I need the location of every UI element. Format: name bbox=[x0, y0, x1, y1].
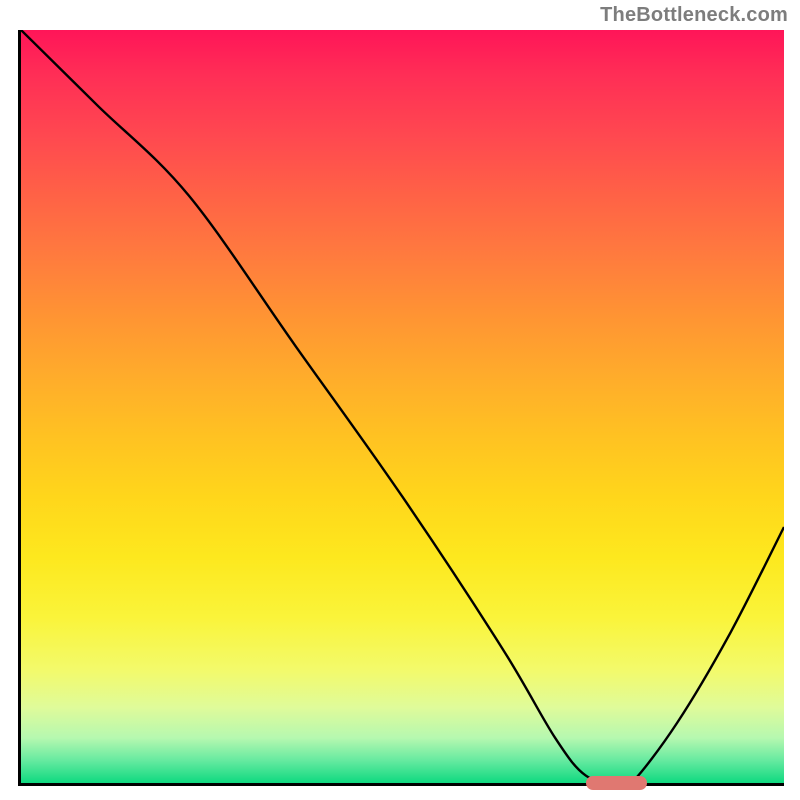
optimal-range-marker bbox=[586, 776, 647, 790]
bottleneck-curve bbox=[21, 30, 784, 783]
plot-area bbox=[18, 30, 784, 786]
curve-layer bbox=[21, 30, 784, 783]
attribution-label: TheBottleneck.com bbox=[600, 4, 788, 27]
figure-root: TheBottleneck.com bbox=[0, 0, 800, 800]
